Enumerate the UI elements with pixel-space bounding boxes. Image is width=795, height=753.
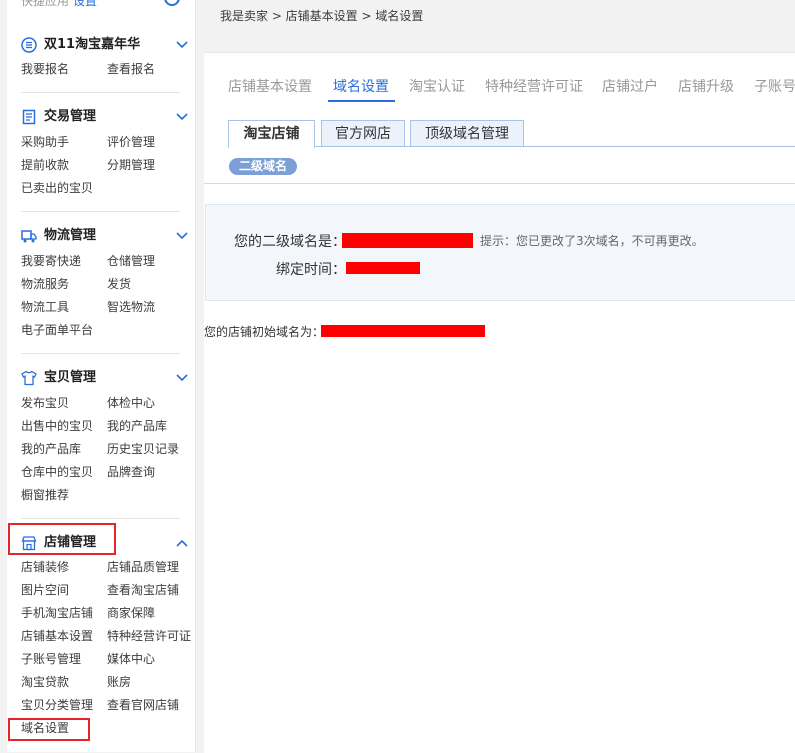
sidebar-link[interactable]: 已卖出的宝贝 [21, 180, 93, 196]
highlight-box-store-header [8, 523, 116, 555]
initial-domain-label: 您的店铺初始域名为： [204, 325, 325, 339]
section-header-logistics[interactable]: 物流管理 [21, 226, 188, 246]
sidebar-link[interactable]: 宝贝分类管理 [21, 697, 93, 713]
quick-apps-bar: 快捷应用 设置 [21, 0, 186, 8]
redacted-bind-time [346, 262, 420, 274]
document-icon [22, 109, 36, 125]
sidebar-link[interactable]: 查看官网店铺 [107, 697, 179, 713]
sidebar-link[interactable]: 我要报名 [21, 61, 69, 77]
subtab-top-level-domain[interactable]: 顶级域名管理 [410, 120, 524, 146]
active-tab-indicator [328, 100, 395, 102]
section-header-double11[interactable]: 双11淘宝嘉年华 [21, 35, 188, 55]
sidebar-link[interactable]: 我的产品库 [107, 418, 167, 434]
sidebar-link[interactable]: 仓储管理 [107, 253, 155, 269]
sidebar-link[interactable]: 店铺品质管理 [107, 559, 179, 575]
domain-info-box: 您的二级域名是： 提示：您已更改了3次域名，不可再更改。 绑定时间： [205, 204, 795, 301]
sidebar-link[interactable]: 淘宝贷款 [21, 674, 69, 690]
sidebar-link[interactable]: 仓库中的宝贝 [21, 464, 93, 480]
chevron-down-icon[interactable] [175, 110, 189, 124]
breadcrumb: 我是卖家 > 店铺基本设置 > 域名设置 [220, 9, 424, 23]
chevron-down-icon[interactable] [175, 371, 189, 385]
section-title: 双11淘宝嘉年华 [44, 37, 141, 52]
sidebar-link[interactable]: 体检中心 [107, 395, 155, 411]
sidebar-link[interactable]: 查看淘宝店铺 [107, 582, 179, 598]
subtab-taobao-store[interactable]: 淘宝店铺 [228, 120, 315, 148]
sidebar: 快捷应用 设置 双11淘宝嘉年华 我要报名 查看报名 交易管理 采购助手 评价管理… [7, 0, 196, 752]
sidebar-link[interactable]: 账房 [107, 674, 131, 690]
sidebar-link[interactable]: 店铺装修 [21, 559, 69, 575]
tab-store-transfer[interactable]: 店铺过户 [602, 77, 658, 97]
sidebar-link[interactable]: 媒体中心 [107, 651, 155, 667]
content-panel: 店铺基本设置 域名设置 淘宝认证 特种经营许可证 店铺过户 店铺升级 子账号 淘… [204, 52, 795, 753]
gear-icon[interactable] [164, 0, 180, 6]
sidebar-link[interactable]: 橱窗推荐 [21, 487, 69, 503]
sidebar-link[interactable]: 我的产品库 [21, 441, 81, 457]
divider [21, 353, 180, 354]
sidebar-link[interactable]: 电子面单平台 [21, 322, 93, 338]
tab-sub-account[interactable]: 子账号 [754, 77, 795, 97]
sidebar-link[interactable]: 品牌查询 [107, 464, 155, 480]
subtab-official-store[interactable]: 官方网店 [321, 120, 405, 146]
divider [21, 211, 180, 212]
quick-apps-label: 快捷应用 [21, 0, 70, 8]
sidebar-link[interactable]: 智选物流 [107, 299, 155, 315]
sidebar-link[interactable]: 商家保障 [107, 605, 155, 621]
section-header-items[interactable]: 宝贝管理 [21, 368, 188, 388]
sidebar-link[interactable]: 历史宝贝记录 [107, 441, 179, 457]
section-title: 物流管理 [44, 228, 97, 243]
truck-icon [21, 230, 37, 243]
sidebar-link[interactable]: 发货 [107, 276, 131, 292]
chevron-up-icon[interactable] [175, 536, 189, 550]
sidebar-link[interactable]: 子账号管理 [21, 651, 81, 667]
sidebar-link[interactable]: 特种经营许可证 [107, 628, 191, 644]
shirt-icon [21, 370, 37, 386]
main-content: 我是卖家 > 店铺基本设置 > 域名设置 店铺基本设置 域名设置 淘宝认证 特种… [204, 0, 795, 753]
bind-time-label: 绑定时间： [276, 262, 346, 278]
sidebar-link[interactable]: 提前收款 [21, 157, 69, 173]
redacted-initial-domain [321, 325, 485, 337]
second-level-domain-badge: 二级域名 [229, 158, 297, 175]
divider [21, 518, 180, 519]
highlight-box-domain-settings [8, 718, 90, 741]
domain-label: 您的二级域名是： [234, 234, 346, 250]
section-header-trade[interactable]: 交易管理 [21, 107, 188, 127]
chevron-down-icon[interactable] [175, 38, 189, 52]
section-title: 宝贝管理 [44, 370, 97, 385]
sidebar-link[interactable]: 店铺基本设置 [21, 628, 93, 644]
sidebar-link[interactable]: 查看报名 [107, 61, 155, 77]
sidebar-link[interactable]: 图片空间 [21, 582, 69, 598]
sidebar-link[interactable]: 分期管理 [107, 157, 155, 173]
divider [204, 183, 795, 184]
sidebar-link[interactable]: 手机淘宝店铺 [21, 605, 93, 621]
sidebar-link[interactable]: 发布宝贝 [21, 395, 69, 411]
redacted-domain [342, 233, 473, 248]
list-icon [21, 37, 37, 53]
section-title: 交易管理 [44, 109, 97, 124]
tab-store-upgrade[interactable]: 店铺升级 [678, 77, 734, 97]
quick-apps-settings-link[interactable]: 设置 [73, 0, 97, 8]
domain-change-hint: 提示：您已更改了3次域名，不可再更改。 [480, 234, 704, 248]
tab-taobao-certification[interactable]: 淘宝认证 [409, 77, 465, 97]
sidebar-link[interactable]: 物流工具 [21, 299, 69, 315]
sidebar-link[interactable]: 评价管理 [107, 134, 155, 150]
divider [21, 92, 180, 93]
sidebar-link[interactable]: 物流服务 [21, 276, 69, 292]
chevron-down-icon[interactable] [175, 229, 189, 243]
sidebar-link[interactable]: 出售中的宝贝 [21, 418, 93, 434]
tab-domain-settings[interactable]: 域名设置 [333, 77, 389, 97]
tab-special-license[interactable]: 特种经营许可证 [485, 77, 583, 97]
sidebar-link[interactable]: 采购助手 [21, 134, 69, 150]
sidebar-link[interactable]: 我要寄快递 [21, 253, 81, 269]
tab-store-basic-settings[interactable]: 店铺基本设置 [228, 77, 312, 97]
